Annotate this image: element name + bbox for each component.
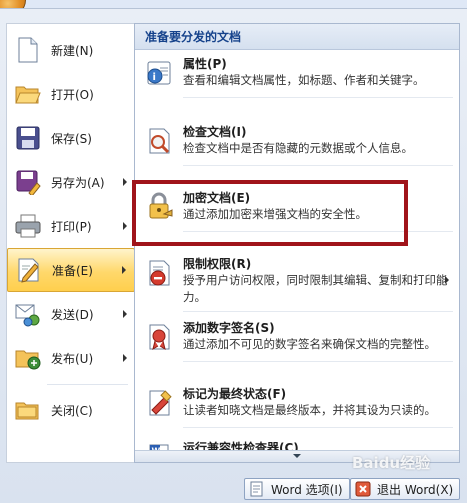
- chevron-down-icon: [293, 454, 301, 458]
- menu-item-open[interactable]: 打开(O): [7, 72, 135, 116]
- menu-item-save-as[interactable]: 另存为(A): [7, 160, 135, 204]
- digital-signature-icon: [143, 322, 177, 356]
- submenu-item-title: 检查文档(I): [183, 125, 247, 139]
- item-divider: [183, 427, 453, 428]
- properties-icon: i: [143, 58, 177, 92]
- submenu-item-desc: 授予用户访问权限，同时限制其编辑、复制和打印能力。: [183, 273, 448, 304]
- menu-item-label: 新建(N): [51, 43, 94, 58]
- submenu-item-mark-as-final[interactable]: 标记为最终状态(F) 让读者知晓文档是最终版本，并将其设为只读的。: [135, 386, 459, 428]
- submenu-item-desc: 通过添加不可见的数字签名来确保文档的完整性。: [183, 337, 436, 351]
- exit-icon: [355, 481, 371, 497]
- menu-item-send[interactable]: 发送(D): [7, 292, 135, 336]
- submenu-item-add-digital-signature[interactable]: 添加数字签名(S) 通过添加不可见的数字签名来确保文档的完整性。: [135, 320, 459, 362]
- submenu-arrow-icon: [445, 276, 449, 284]
- exit-word-button[interactable]: 退出 Word(X): [350, 478, 461, 500]
- submenu-arrow-icon: [123, 178, 127, 186]
- command-list: 新建(N) 打开(O) 保存(S) 另存为(A) 打印(P) 准备(E) 发送(…: [6, 23, 135, 463]
- save-disk-icon: [13, 123, 43, 153]
- save-as-icon: [13, 167, 43, 197]
- menu-item-save[interactable]: 保存(S): [7, 116, 135, 160]
- submenu-item-desc: 查看和编辑文档属性，如标题、作者和关键字。: [183, 73, 425, 87]
- submenu-arrow-icon: [123, 310, 127, 318]
- item-divider: [183, 311, 453, 312]
- submenu-arrow-icon: [122, 266, 126, 274]
- submenu-item-properties[interactable]: i 属性(P) 查看和编辑文档属性，如标题、作者和关键字。: [135, 56, 459, 98]
- panel-title: 准备要分发的文档: [135, 24, 459, 50]
- options-document-icon: [249, 481, 265, 497]
- office-menu: 新建(N) 打开(O) 保存(S) 另存为(A) 打印(P) 准备(E) 发送(…: [0, 8, 467, 503]
- item-divider: [183, 97, 453, 98]
- menu-item-label: 另存为(A): [51, 175, 105, 190]
- submenu-item-desc: 检查文档中是否有隐藏的元数据或个人信息。: [183, 141, 413, 155]
- menu-item-label: 打印(P): [51, 219, 92, 234]
- restrict-permission-icon: [143, 258, 177, 292]
- annotation-highlight-box: [132, 180, 408, 246]
- menu-item-label: 准备(E): [52, 263, 93, 278]
- submenu-item-title: 限制权限(R): [183, 257, 252, 271]
- submenu-item-inspect-document[interactable]: 检查文档(I) 检查文档中是否有隐藏的元数据或个人信息。: [135, 124, 459, 166]
- submenu-item-title: 标记为最终状态(F): [183, 387, 287, 401]
- word-options-button[interactable]: Word 选项(I): [244, 478, 350, 500]
- menu-item-label: 打开(O): [51, 87, 94, 102]
- send-icon: [13, 299, 43, 329]
- publish-icon: [13, 343, 43, 373]
- menu-item-print[interactable]: 打印(P): [7, 204, 135, 248]
- menu-item-prepare[interactable]: 准备(E): [7, 248, 135, 292]
- submenu-item-title: 属性(P): [183, 57, 227, 71]
- close-folder-icon: [13, 395, 43, 425]
- menu-item-label: 发布(U): [51, 351, 94, 366]
- submenu-arrow-icon: [123, 222, 127, 230]
- menu-item-publish[interactable]: 发布(U): [7, 336, 135, 380]
- submenu-item-title: 添加数字签名(S): [183, 321, 275, 335]
- menu-item-label: 关闭(C): [51, 403, 93, 418]
- menu-item-new[interactable]: 新建(N): [7, 28, 135, 72]
- submenu-arrow-icon: [123, 354, 127, 362]
- submenu-item-restrict-permission[interactable]: 限制权限(R) 授予用户访问权限，同时限制其编辑、复制和打印能力。: [135, 256, 459, 312]
- printer-icon: [13, 211, 43, 241]
- new-document-icon: [13, 35, 43, 65]
- open-folder-icon: [13, 79, 43, 109]
- menu-item-close[interactable]: 关闭(C): [7, 388, 135, 432]
- inspect-document-icon: [143, 126, 177, 160]
- item-divider: [183, 361, 453, 362]
- watermark-text: Baidu经验: [352, 454, 431, 472]
- menu-item-label: 发送(D): [51, 307, 94, 322]
- word-options-label: Word 选项(I): [271, 482, 343, 497]
- prepare-pen-icon: [14, 255, 44, 285]
- mark-final-icon: [143, 388, 177, 422]
- submenu-item-desc: 让读者知晓文档是最终版本，并将其设为只读的。: [183, 403, 436, 417]
- menu-item-label: 保存(S): [51, 131, 92, 146]
- svg-text:i: i: [153, 72, 156, 83]
- item-divider: [183, 165, 453, 166]
- exit-word-label: 退出 Word(X): [377, 482, 454, 497]
- menu-divider: [47, 384, 128, 385]
